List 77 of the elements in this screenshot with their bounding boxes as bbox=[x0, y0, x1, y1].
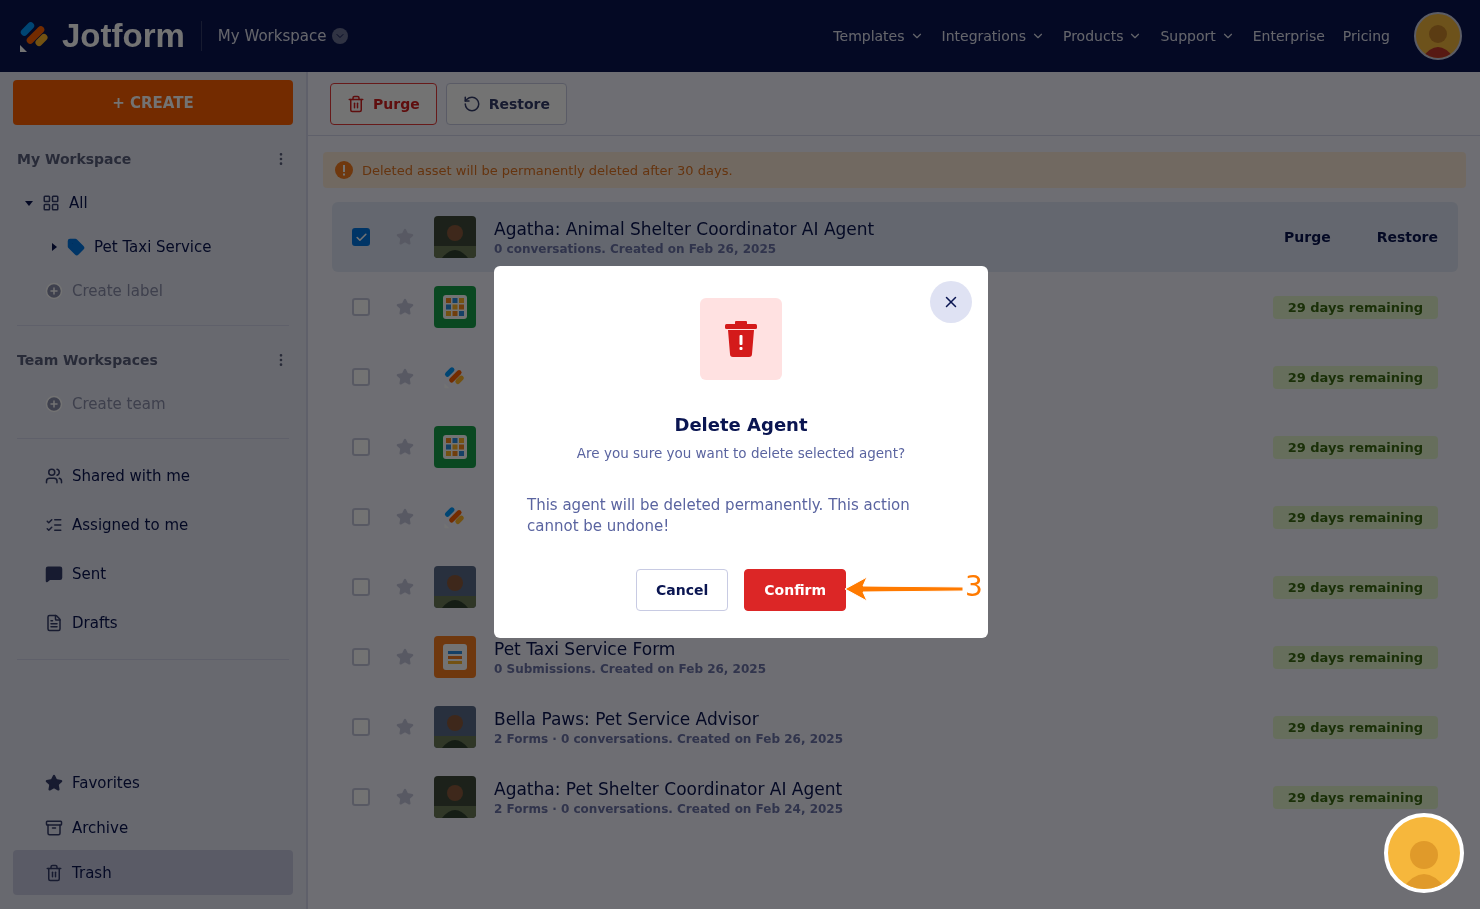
archive-icon bbox=[45, 818, 63, 837]
document-icon bbox=[45, 613, 63, 632]
sidebar-item[interactable]: Shared with me bbox=[13, 451, 293, 500]
item-title: Agatha: Animal Shelter Coordinator AI Agent bbox=[494, 218, 875, 239]
checkbox[interactable] bbox=[352, 718, 370, 736]
checkbox[interactable] bbox=[352, 228, 370, 246]
dialog-question: Are you sure you want to delete selected agent? bbox=[576, 445, 906, 461]
trash-icon bbox=[347, 94, 365, 113]
user-avatar[interactable] bbox=[1414, 12, 1462, 60]
trash-icon bbox=[45, 863, 63, 882]
nav-link[interactable]: Products bbox=[1062, 28, 1143, 44]
nav-link[interactable]: Integrations bbox=[941, 28, 1045, 44]
nav-link[interactable]: Support bbox=[1160, 28, 1235, 44]
checkbox[interactable] bbox=[352, 298, 370, 316]
restore-button[interactable]: Restore bbox=[445, 82, 567, 125]
caret-down-icon[interactable] bbox=[25, 199, 33, 207]
nav-link[interactable]: Templates bbox=[833, 28, 924, 44]
sidebar-item[interactable]: Drafts bbox=[13, 598, 293, 647]
sidebar-item[interactable]: Favorites bbox=[13, 760, 293, 805]
dialog-warning: This agent will be deleted permanently. This action cannot be undone! bbox=[526, 495, 911, 537]
notice-text: Deleted asset will be permanently deleted after 30 days. bbox=[362, 162, 733, 178]
cancel-button[interactable]: Cancel bbox=[636, 569, 729, 611]
item-title: Pet Taxi Service Form bbox=[494, 638, 677, 659]
item-title: Bella Paws: Pet Service Advisor bbox=[494, 708, 760, 729]
close-button[interactable] bbox=[930, 281, 972, 323]
item-meta: 2 Forms · 0 conversations. Created on Feb 24, 2025 bbox=[494, 801, 844, 816]
section-title: My Workspace bbox=[17, 151, 132, 167]
days-remaining-badge: 29 days remaining bbox=[1272, 295, 1438, 319]
row-action[interactable]: Purge bbox=[1284, 229, 1331, 245]
table-icon bbox=[442, 434, 468, 460]
logo-text: Jotform bbox=[62, 17, 185, 55]
checkbox[interactable] bbox=[352, 578, 370, 596]
check-icon bbox=[354, 230, 368, 244]
step-number: 3 bbox=[965, 570, 983, 603]
alert-icon bbox=[335, 161, 353, 179]
item-meta: 2 Forms · 0 conversations. Created on Feb 26, 2025 bbox=[494, 731, 844, 746]
workspace-menu[interactable]: My Workspace bbox=[217, 27, 349, 45]
section-title: Team Workspaces bbox=[17, 352, 158, 368]
tree-item[interactable]: Pet Taxi Service bbox=[13, 225, 293, 269]
form-icon bbox=[442, 643, 468, 671]
checkbox[interactable] bbox=[352, 648, 370, 666]
days-remaining-badge: 29 days remaining bbox=[1272, 715, 1438, 739]
nav-link[interactable]: Pricing bbox=[1342, 28, 1390, 44]
sidebar-item[interactable]: Sent bbox=[13, 549, 293, 598]
sidebar-item[interactable]: Assigned to me bbox=[13, 500, 293, 549]
table-icon bbox=[442, 294, 468, 320]
star-icon bbox=[45, 773, 63, 792]
tree-item[interactable]: All bbox=[13, 181, 293, 225]
checkbox[interactable] bbox=[352, 788, 370, 806]
restore-icon bbox=[462, 94, 481, 113]
checkbox[interactable] bbox=[352, 508, 370, 526]
plus-icon bbox=[45, 395, 63, 413]
checkbox[interactable] bbox=[352, 438, 370, 456]
sidebar-item[interactable]: Trash bbox=[13, 850, 293, 895]
create-button[interactable]: + CREATE bbox=[13, 80, 293, 125]
plus-icon bbox=[45, 282, 63, 300]
grid-icon bbox=[42, 194, 60, 212]
sidebar-item[interactable]: Archive bbox=[13, 805, 293, 850]
days-remaining-badge: 29 days remaining bbox=[1272, 505, 1438, 529]
caret-right-icon[interactable] bbox=[50, 243, 58, 251]
trash-alert-icon bbox=[725, 321, 757, 357]
confirm-button[interactable]: Confirm bbox=[744, 569, 846, 611]
users-icon bbox=[45, 466, 63, 485]
row-action[interactable]: Restore bbox=[1376, 229, 1438, 245]
days-remaining-badge: 29 days remaining bbox=[1272, 785, 1438, 809]
days-remaining-badge: 29 days remaining bbox=[1272, 645, 1438, 669]
message-icon bbox=[45, 564, 63, 583]
dialog-title: Delete Agent bbox=[674, 414, 808, 435]
item-meta: 0 Submissions. Created on Feb 26, 2025 bbox=[494, 661, 766, 676]
checkbox[interactable] bbox=[352, 368, 370, 386]
days-remaining-badge: 29 days remaining bbox=[1272, 365, 1438, 389]
days-remaining-badge: 29 days remaining bbox=[1272, 435, 1438, 459]
purge-button[interactable]: Purge bbox=[330, 82, 437, 125]
tag-icon bbox=[67, 238, 85, 256]
nav-link[interactable]: Enterprise bbox=[1252, 28, 1325, 44]
item-title: Agatha: Pet Shelter Coordinator AI Agent bbox=[494, 778, 844, 799]
days-remaining-badge: 29 days remaining bbox=[1272, 575, 1438, 599]
